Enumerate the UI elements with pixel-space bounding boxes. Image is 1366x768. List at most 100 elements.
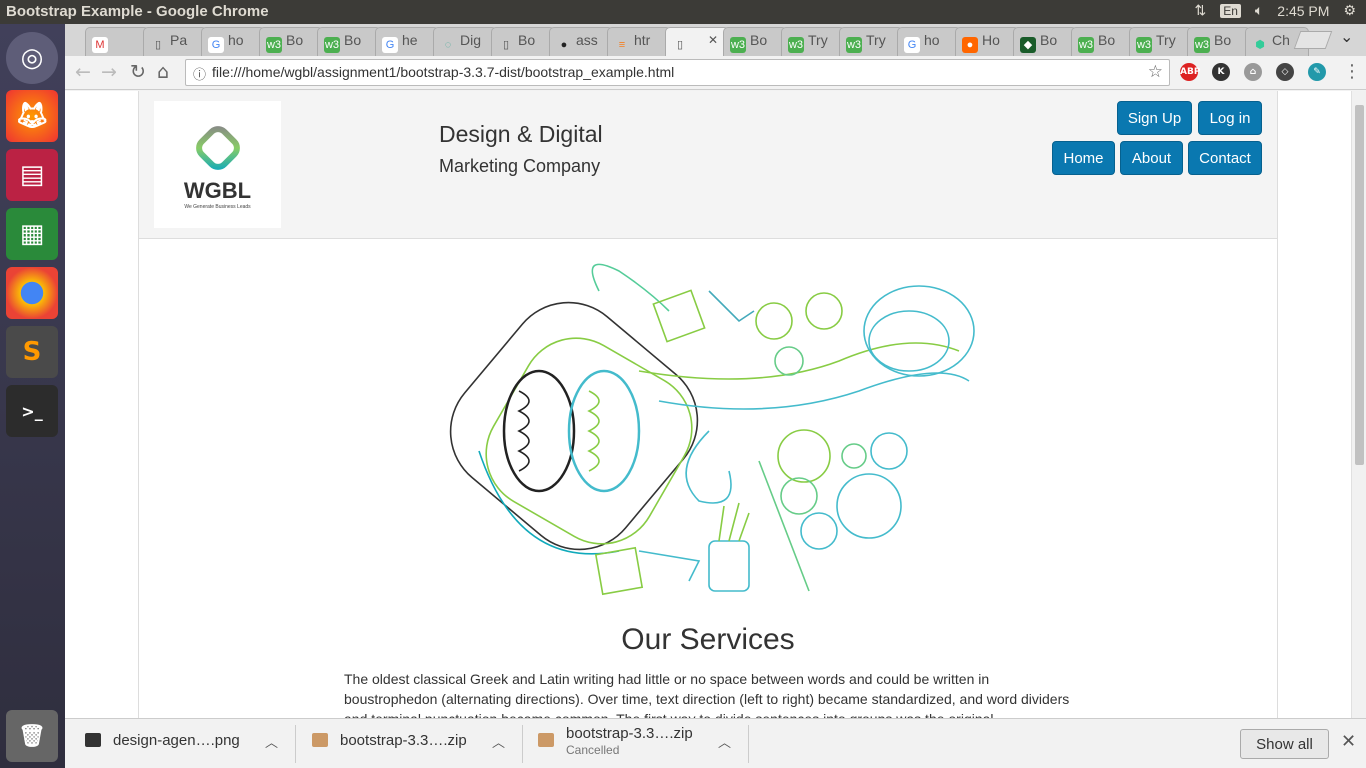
tab[interactable]: w3 Bo xyxy=(1071,27,1135,56)
google-icon: G xyxy=(904,37,920,53)
box-icon[interactable]: ◇ xyxy=(1276,63,1294,81)
nav-contact[interactable]: Contact xyxy=(1188,141,1262,175)
forward-button[interactable]: → xyxy=(101,61,117,83)
tab-label: ho xyxy=(228,32,244,48)
info-icon[interactable]: ⓘ xyxy=(193,64,206,83)
page-icon: ▯ xyxy=(676,39,684,51)
network-icon[interactable]: ⇅ xyxy=(1194,2,1206,19)
tab-label: Bo xyxy=(518,32,536,48)
site-logo[interactable]: WGBL We Generate Business Leads xyxy=(154,101,281,228)
download-item[interactable]: design-agen….png ︿ xyxy=(85,727,285,761)
tab[interactable]: ≡ htr xyxy=(607,27,671,56)
window-minimize-icon[interactable]: ⌄ xyxy=(1340,27,1353,46)
tab[interactable]: ◌ Dig xyxy=(433,27,497,56)
system-tray: ⇅ En 🔈︎ 2:45 PM ⚙ xyxy=(1194,2,1356,19)
page-scrollbar[interactable] xyxy=(1351,91,1366,718)
volume-icon[interactable]: 🔈︎ xyxy=(1255,2,1263,19)
extension-icon[interactable]: ⌂ xyxy=(1244,63,1262,81)
close-tab-icon[interactable]: ✕ xyxy=(708,33,718,47)
tab[interactable]: ▯ Pa xyxy=(143,27,207,56)
address-text: file:///home/wgbl/assignment1/bootstrap-… xyxy=(212,64,675,80)
trash-icon[interactable]: 🗑︎ xyxy=(6,710,58,762)
hero-illustration xyxy=(449,263,975,596)
log-in-button[interactable]: Log in xyxy=(1198,101,1262,135)
downloads-bar: design-agen….png ︿ bootstrap-3.3….zip ︿ … xyxy=(65,718,1366,768)
tab[interactable]: ● Ho xyxy=(955,27,1019,56)
gear-icon[interactable]: ⚙ xyxy=(1343,2,1356,19)
logo-tagline: We Generate Business Leads xyxy=(184,203,251,210)
spreadsheet-icon[interactable]: ▦ xyxy=(6,208,58,260)
chevron-up-icon[interactable]: ︿ xyxy=(492,732,505,751)
menu-icon[interactable]: ⋮ xyxy=(1343,61,1361,82)
home-button[interactable]: ⌂ xyxy=(157,61,169,83)
logo-wordmark: WGBL xyxy=(183,177,252,203)
back-button[interactable]: ← xyxy=(75,61,91,83)
chevron-up-icon[interactable]: ︿ xyxy=(265,732,278,751)
tab-label: Bo xyxy=(1098,32,1116,48)
tab-label: Bo xyxy=(1040,32,1058,48)
download-item[interactable]: bootstrap-3.3….zip ︿ xyxy=(312,727,512,761)
clipboard-icon[interactable]: ✎ xyxy=(1308,63,1326,81)
nav-home[interactable]: Home xyxy=(1052,141,1115,175)
tab-label: ho xyxy=(924,32,940,48)
firefox-icon[interactable]: 🦊︎ xyxy=(6,90,58,142)
sign-up-button[interactable]: Sign Up xyxy=(1117,101,1192,135)
download-item[interactable]: bootstrap-3.3….zip Cancelled ︿ xyxy=(538,725,738,761)
tab[interactable]: ● ass xyxy=(549,27,613,56)
tab[interactable]: ▯ Bo xyxy=(491,27,555,56)
tab[interactable]: w3 Bo xyxy=(1187,27,1251,56)
tab[interactable]: w3 Try xyxy=(839,27,903,56)
terminal-icon[interactable]: >_ xyxy=(6,385,58,437)
tab[interactable]: Ghe xyxy=(375,27,439,56)
k-icon[interactable]: K xyxy=(1212,63,1230,81)
clock[interactable]: 2:45 PM xyxy=(1277,3,1329,19)
files-icon[interactable]: ▤ xyxy=(6,149,58,201)
nav-about[interactable]: About xyxy=(1120,141,1183,175)
adblock-icon[interactable]: ABP xyxy=(1180,63,1200,81)
w3-icon: w3 xyxy=(1136,37,1152,53)
bookmark-star-icon[interactable]: ☆ xyxy=(1148,62,1163,82)
tab[interactable]: w3 Bo xyxy=(723,27,787,56)
tab[interactable]: Gho xyxy=(897,27,961,56)
show-all-button[interactable]: Show all xyxy=(1240,729,1329,759)
logo-mark-icon xyxy=(195,125,240,170)
chevron-up-icon[interactable]: ︿ xyxy=(718,732,731,751)
google-icon: G xyxy=(382,37,398,53)
scrollbar-thumb[interactable] xyxy=(1355,105,1364,465)
tab[interactable]: w3 Bo xyxy=(259,27,323,56)
w3-icon: w3 xyxy=(1194,37,1210,53)
browser-window: M ▯ Pa Gho w3 Bo w3 Bo Ghe ◌ Dig ▯ Bo ● ass ≡ htr ▯ ✕ w3 Bo w… xyxy=(65,24,1366,768)
tab[interactable]: ◆ Bo xyxy=(1013,27,1077,56)
tab-label: ass xyxy=(576,32,598,48)
divider xyxy=(748,725,749,763)
tab-label: Ho xyxy=(982,32,1000,48)
tab[interactable]: ▯ ✕ xyxy=(665,27,729,56)
tab-label: Ch xyxy=(1272,32,1290,48)
services-title: Our Services xyxy=(621,623,795,656)
tab-label: Bo xyxy=(1214,32,1232,48)
codepen-icon: ◆ xyxy=(1020,37,1036,53)
tab[interactable]: M xyxy=(85,27,149,56)
reload-button[interactable]: ↻ xyxy=(130,61,146,83)
w3-icon: w3 xyxy=(730,37,746,53)
system-top-bar: Bootstrap Example - Google Chrome ⇅ En 🔈… xyxy=(0,0,1366,24)
address-bar[interactable]: ⓘ file:///home/wgbl/assignment1/bootstra… xyxy=(185,59,1170,86)
tab[interactable]: Gho xyxy=(201,27,265,56)
close-icon[interactable]: ✕ xyxy=(1341,731,1356,752)
tab-label: Pa xyxy=(170,32,188,48)
w3-icon: w3 xyxy=(324,37,340,53)
w3-icon: w3 xyxy=(846,37,862,53)
tab[interactable]: w3 Try xyxy=(781,27,845,56)
download-status: Cancelled xyxy=(566,743,620,757)
ubuntu-icon[interactable]: ◎ xyxy=(6,32,58,84)
keyboard-layout[interactable]: En xyxy=(1220,3,1241,18)
sublime-icon[interactable]: S xyxy=(6,326,58,378)
tab[interactable]: w3 Bo xyxy=(317,27,381,56)
stack-icon: ≡ xyxy=(618,39,626,51)
new-tab-button[interactable] xyxy=(1293,31,1333,49)
google-icon: G xyxy=(208,37,224,53)
tab[interactable]: w3 Try xyxy=(1129,27,1193,56)
spinner-icon: ◌ xyxy=(444,39,452,51)
launcher: ◎ 🦊︎ ▤ ▦ S >_ 🗑︎ xyxy=(0,24,65,768)
chrome-icon[interactable] xyxy=(6,267,58,319)
